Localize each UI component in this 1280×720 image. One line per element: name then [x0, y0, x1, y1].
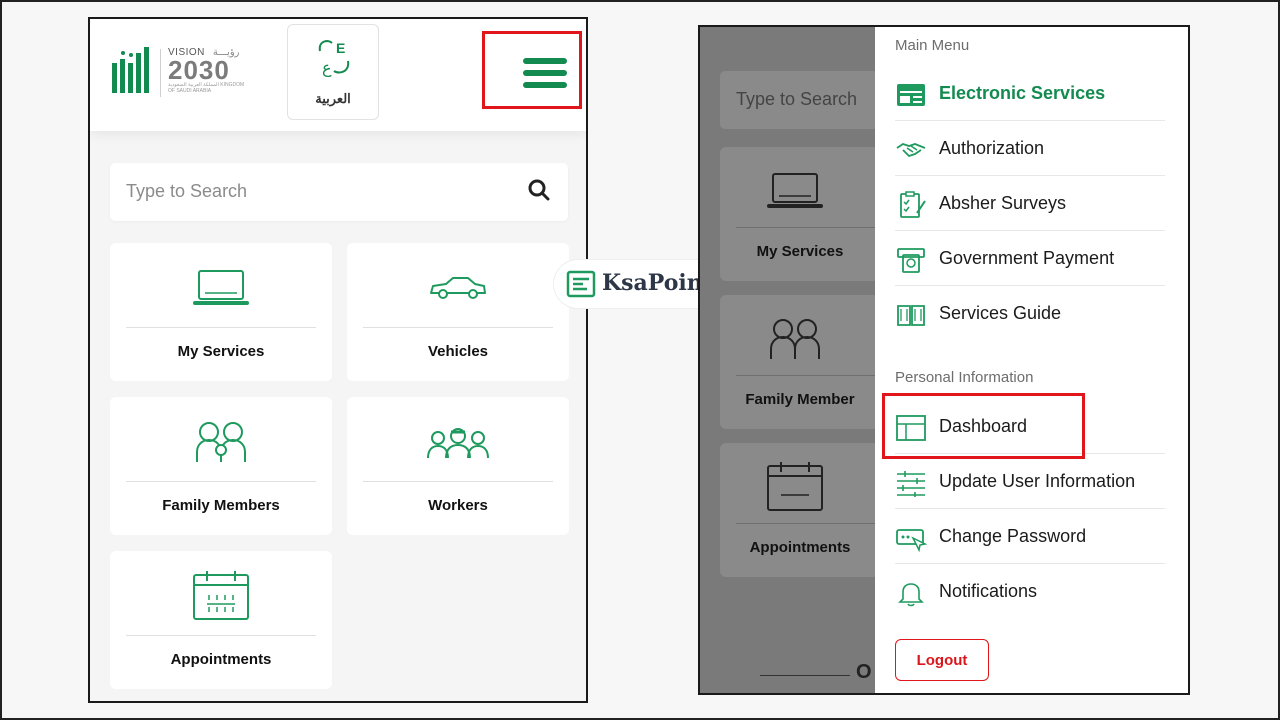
menu-item-change-password[interactable]: Change Password: [895, 510, 1165, 564]
vision-year: 2030: [168, 55, 230, 85]
card-label: Vehicles: [427, 343, 489, 360]
laptop-icon: [767, 173, 823, 208]
calendar-icon: [193, 571, 249, 620]
family-icon: [770, 319, 820, 359]
personal-information-title: Personal Information: [895, 369, 1034, 386]
dashboard-highlight-box: [882, 393, 1085, 459]
left-phone-screen: VISION رؤيـــة 2030 المملكة العربية السعو…: [88, 17, 588, 703]
hamburger-menu-button[interactable]: [482, 31, 582, 109]
search-placeholder: Type to Search: [736, 89, 858, 109]
right-phone-screen: Type to Search My Services Family Member…: [698, 25, 1190, 695]
background-card-my-services: My Services: [720, 147, 890, 281]
background-card-family-members: Family Member: [720, 295, 890, 429]
electronic-services-icon: [897, 84, 925, 106]
side-menu-drawer: Main Menu Electronic Services Authorizat…: [875, 27, 1188, 693]
menu-item-update-user-information[interactable]: Update User Information: [895, 455, 1165, 509]
menu-item-absher-surveys[interactable]: Absher Surveys: [895, 177, 1165, 231]
menu-item-label: Electronic Services: [939, 83, 1106, 103]
card-workers[interactable]: Workers: [347, 397, 569, 535]
menu-item-authorization[interactable]: Authorization: [895, 122, 1165, 176]
card-label: Family Member: [745, 391, 855, 408]
search-icon[interactable]: [528, 179, 550, 201]
card-family-members[interactable]: Family Members: [110, 397, 332, 535]
survey-icon: [900, 191, 926, 218]
handshake-icon: [896, 143, 926, 158]
brand-name: KsaPoint: [602, 270, 713, 296]
background-truncated-text: O: [856, 661, 872, 683]
workers-icon: [427, 428, 489, 459]
menu-item-label: Government Payment: [939, 248, 1115, 268]
menu-item-label: Absher Surveys: [939, 193, 1067, 213]
logo-divider: [160, 49, 161, 97]
search-input[interactable]: Type to Search: [110, 163, 568, 221]
menu-icon-bar: [523, 70, 567, 76]
app-header: VISION رؤيـــة 2030 المملكة العربية السعو…: [90, 19, 586, 131]
laptop-icon: [193, 270, 249, 305]
bell-icon: [898, 583, 924, 607]
language-label: العربية: [315, 91, 351, 106]
card-label: Appointments: [170, 651, 272, 668]
menu-item-notifications[interactable]: Notifications: [895, 565, 1165, 619]
menu-icon-bar: [523, 58, 567, 64]
card-my-services[interactable]: My Services: [110, 243, 332, 381]
vision-kingdom: المملكة العربية السعودية KINGDOM OF SAUD…: [168, 82, 245, 94]
dimmed-background[interactable]: Type to Search My Services Family Member…: [700, 27, 890, 693]
card-label: Appointments: [749, 539, 851, 556]
car-icon: [430, 277, 486, 299]
menu-item-label: Services Guide: [939, 303, 1062, 323]
payment-icon: [897, 248, 925, 273]
card-label: Family Members: [162, 497, 280, 514]
ksapoint-logo-icon: [566, 270, 596, 298]
menu-item-label: Change Password: [939, 526, 1087, 546]
menu-item-label: Update User Information: [939, 471, 1136, 491]
book-icon: [897, 305, 925, 326]
absher-logo: [112, 47, 149, 93]
card-appointments[interactable]: Appointments: [110, 551, 332, 689]
vision-2030-logo: VISION رؤيـــة 2030 المملكة العربية السعو…: [168, 47, 248, 103]
card-label: Workers: [428, 497, 488, 514]
background-search-input: Type to Search: [720, 71, 890, 129]
divider: [760, 675, 850, 676]
menu-item-services-guide[interactable]: Services Guide: [895, 287, 1165, 341]
logout-button[interactable]: Logout: [895, 639, 989, 681]
language-switch-button[interactable]: E ع العربية: [287, 24, 379, 120]
svg-text:E: E: [336, 40, 345, 56]
card-label: My Services: [177, 343, 265, 360]
menu-item-label: Notifications: [939, 581, 1038, 601]
svg-text:ع: ع: [322, 58, 332, 78]
calendar-icon: [767, 462, 823, 511]
menu-icon-bar: [523, 82, 567, 88]
password-icon: [896, 529, 927, 552]
menu-item-government-payment[interactable]: Government Payment: [895, 232, 1165, 286]
menu-item-label: Authorization: [939, 138, 1045, 158]
sliders-icon: [897, 471, 925, 497]
language-icon: E ع: [318, 40, 350, 78]
background-card-appointments: Appointments: [720, 443, 890, 577]
menu-item-electronic-services[interactable]: Electronic Services: [895, 67, 1165, 121]
card-label: My Services: [756, 243, 844, 260]
main-menu-title: Main Menu: [895, 37, 970, 54]
family-icon: [196, 422, 246, 462]
search-placeholder: Type to Search: [126, 181, 248, 201]
card-vehicles[interactable]: Vehicles: [347, 243, 569, 381]
